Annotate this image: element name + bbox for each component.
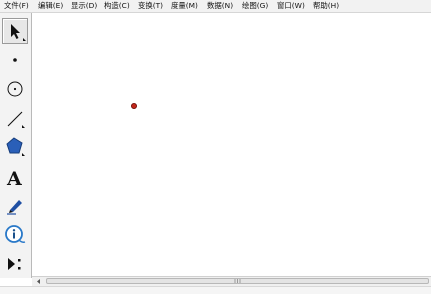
marker-pen-icon xyxy=(7,200,22,215)
menu-edit[interactable]: 编辑(E) xyxy=(38,0,63,12)
polygon-tool[interactable] xyxy=(2,134,28,160)
sketch-canvas[interactable] xyxy=(32,13,431,276)
compass-circle-icon xyxy=(7,81,23,97)
information-icon xyxy=(5,225,26,243)
compass-tool[interactable] xyxy=(2,77,28,103)
menu-measure[interactable]: 度量(M) xyxy=(171,0,198,12)
text-tool[interactable]: A xyxy=(2,164,28,190)
menu-file[interactable]: 文件(F) xyxy=(4,0,29,12)
text-tool-glyph: A xyxy=(6,168,22,190)
toolbox: A xyxy=(0,13,32,278)
menu-bar: 文件(F) 编辑(E) 显示(D) 构造(C) 变换(T) 度量(M) 数据(N… xyxy=(0,0,431,13)
line-segment-icon xyxy=(7,111,25,128)
custom-tool-icon xyxy=(8,258,21,270)
arrow-select-icon xyxy=(11,24,26,41)
custom-tools-tool[interactable] xyxy=(2,251,28,277)
menu-construct[interactable]: 构造(C) xyxy=(104,0,130,12)
menu-display[interactable]: 显示(D) xyxy=(71,0,97,12)
point-icon xyxy=(13,58,17,62)
menu-window[interactable]: 窗口(W) xyxy=(277,0,305,12)
scrollbar-thumb[interactable] xyxy=(46,278,429,284)
polygon-icon xyxy=(6,137,25,156)
scroll-left-arrow-icon[interactable] xyxy=(34,277,44,286)
straightedge-tool[interactable] xyxy=(2,106,28,132)
point-1[interactable] xyxy=(131,103,138,110)
information-tool[interactable] xyxy=(2,222,28,248)
menu-data[interactable]: 数据(N) xyxy=(207,0,233,12)
menu-help[interactable]: 帮助(H) xyxy=(313,0,339,12)
menu-transform[interactable]: 变换(T) xyxy=(138,0,163,12)
canvas-drawing xyxy=(131,103,138,110)
point-tool[interactable] xyxy=(2,48,28,74)
menu-graph[interactable]: 绘图(G) xyxy=(242,0,268,12)
scrollbar-grip-icon xyxy=(234,279,241,283)
horizontal-scrollbar[interactable] xyxy=(32,276,431,286)
text-icon: A xyxy=(6,168,22,190)
arrow-select-tool[interactable] xyxy=(2,18,28,44)
marker-tool[interactable] xyxy=(2,193,28,219)
